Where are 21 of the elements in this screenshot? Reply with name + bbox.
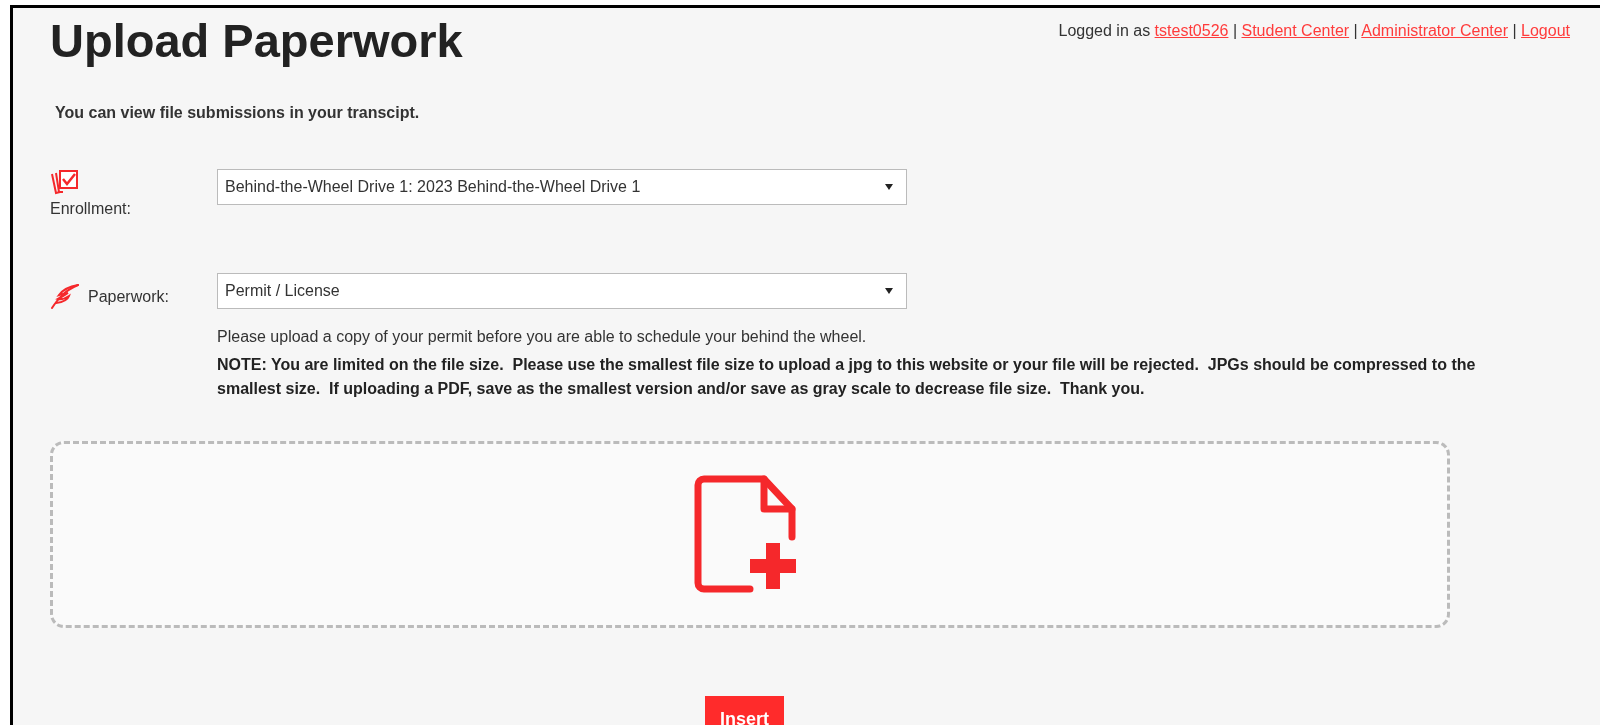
login-label: Logged in as [1058,22,1151,39]
feather-icon [50,283,80,309]
field-label: Enrollment: [50,200,131,217]
help-text: Please upload a copy of your permit before you are able to schedule your behind the wheel. [217,327,868,347]
nav-link[interactable]: tstest0526 [1154,22,1229,39]
dropdown[interactable]: Behind-the-Wheel Drive 1: 2023 Behind-the-Wheel Drive 1 [217,169,907,205]
checked-cards-icon [50,169,80,195]
separator: | [1512,22,1517,39]
note-text: NOTE: You are limited on the file size. Please use the smallest file size to upload a jpg to this website or your file will be rejected. JPGs should be compressed to the smallest size. If uploading a PDF, save as the smallest version and/or save as gray scale to decrease file size. Thank you. [217,355,1477,399]
caret-icon [885,184,893,190]
separator: | [1353,22,1358,39]
dropdown[interactable]: Permit / License [217,273,907,309]
insert-button[interactable]: Insert [705,696,785,725]
caret-icon [885,288,893,294]
nav-link[interactable]: Logout [1521,22,1570,39]
nav-link[interactable]: Student Center [1241,22,1350,39]
separator: | [1232,22,1238,39]
field-label: Paperwork: [88,287,169,307]
nav-link[interactable]: Administrator Center [1361,22,1508,39]
intro-text: You can view file submissions in your transcipt. [55,103,421,123]
file-drop-zone[interactable] [50,441,1450,628]
